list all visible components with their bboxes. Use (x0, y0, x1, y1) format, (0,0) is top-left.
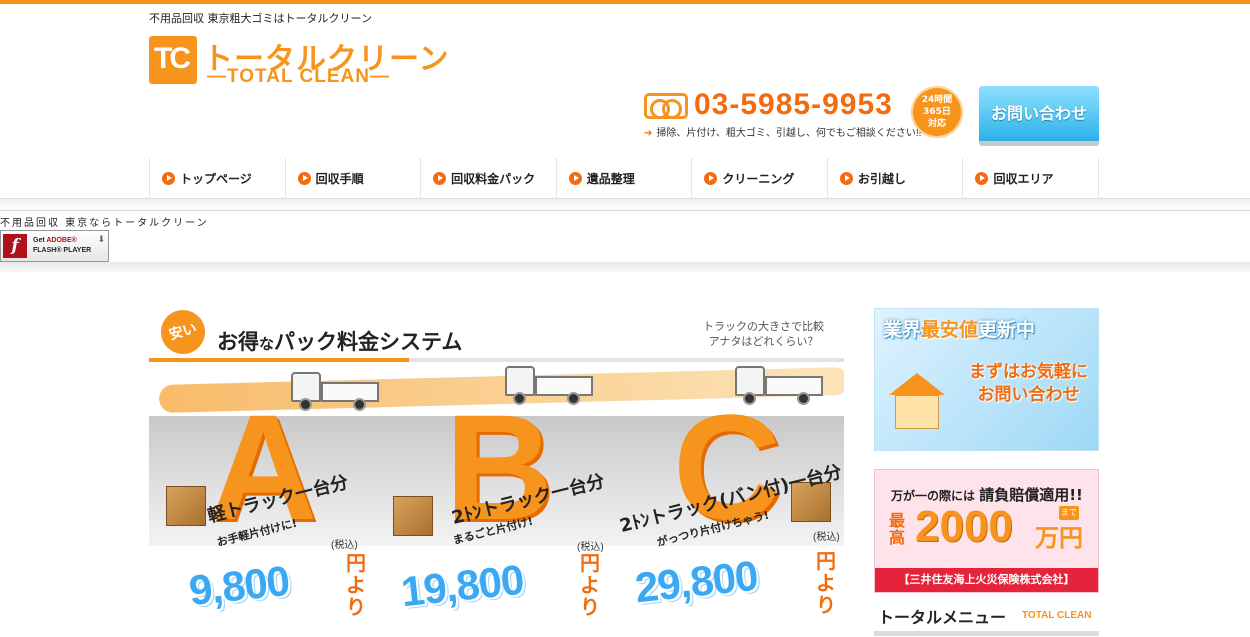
menu-heading-en: TOTAL CLEAN (1022, 610, 1092, 621)
flash-player: FLASH® PLAYER (33, 247, 92, 254)
download-arrow-icon: ⬇ (97, 234, 105, 244)
pack-pricing-section: 安い お得なパック料金システム トラックの大きさで比較 アナタはどれくらい？ A… (149, 308, 844, 637)
lowest-price-heading: 業界最安値更新中 (883, 315, 1035, 342)
pack-note: トラックの大きさで比較 アナタはどれくらい？ (703, 320, 824, 350)
flash-fallback-title: 不用品回収 東京ならトータルクリーン (0, 218, 209, 229)
yen-label: 円 (816, 549, 836, 573)
nav-item-estate[interactable]: 遺品整理 (557, 159, 693, 197)
free-dial-icon (644, 93, 688, 119)
pack-title-pre: お得 (217, 330, 259, 354)
circle-arrow-icon (839, 171, 853, 185)
insurance-unit: 万円 (1035, 524, 1083, 552)
badge-line-1: 24時間 (921, 95, 953, 105)
nav-item-moving[interactable]: お引越し (828, 159, 964, 197)
tax-included-label: (税込) (813, 532, 840, 543)
nav-item-top[interactable]: トップページ (150, 159, 286, 197)
divider-band (0, 204, 1250, 211)
nav-item-label: クリーニング (722, 171, 795, 186)
site-logo[interactable]: TC トータルクリーン —TOTAL CLEAN— (149, 34, 449, 88)
plan-b[interactable]: B 2ﾄﾝトラック一台分 まるごと片付け! (税込) 19,800 円より (381, 362, 611, 637)
plan-c[interactable]: C 2ﾄﾝトラック(バン付)一台分 がっつり片付けちゃう! (税込) 29,80… (613, 362, 844, 637)
circle-arrow-icon (568, 171, 582, 185)
nav-item-label: トップページ (180, 171, 252, 186)
arrow-right-icon: ➔ (644, 128, 653, 139)
plan-price-value: 9,800 (186, 556, 292, 615)
pack-heading: 安い お得なパック料金システム トラックの大きさで比較 アナタはどれくらい？ (149, 308, 844, 362)
heading-highlight: 最安値 (921, 319, 979, 341)
flash-bottom-band (0, 262, 1250, 272)
house-icon (889, 373, 945, 429)
circle-arrow-icon (975, 171, 989, 185)
contact-button[interactable]: お問い合わせ (979, 86, 1099, 146)
logo-english: —TOTAL CLEAN— (207, 66, 390, 87)
circle-arrow-icon (162, 171, 175, 185)
cardboard-box-icon (393, 496, 433, 536)
yori-label: より (816, 571, 836, 617)
flash-badge-text: Get ADOBE® FLASH® PLAYER (33, 236, 91, 256)
insurance-amount: 2000 (915, 502, 1013, 551)
nav-item-price-pack[interactable]: 回収料金パック (421, 159, 557, 197)
tax-included-label: (税込) (331, 540, 358, 551)
get-flash-player-button[interactable]: f Get ADOBE® FLASH® PLAYER ⬇ (0, 230, 109, 262)
yori-label: より (346, 573, 366, 619)
yori-label: より (580, 573, 600, 619)
cheap-badge: 安い (156, 308, 210, 359)
pack-title-na: な (259, 335, 275, 353)
phone-number[interactable]: 03-5985-9953 (694, 88, 893, 122)
plan-a[interactable]: A 軽トラック一台分 お手軽片付けに! (税込) 9,800 円より (149, 362, 379, 637)
nav-item-label: 回収手順 (315, 171, 364, 186)
yen-label: 円 (580, 551, 600, 575)
heading-post: 更新中 (978, 319, 1036, 341)
pack-note-line-1: トラックの大きさで比較 (703, 321, 824, 333)
nav-item-procedure[interactable]: 回収手順 (286, 159, 422, 197)
logo-mark-text: TC (154, 42, 191, 75)
heading-pre: 業界 (883, 319, 922, 341)
yen-label: 円 (346, 551, 366, 575)
price-suffix: 円より (345, 552, 367, 618)
plan-price: 9,800 (187, 557, 292, 615)
cta-line-2: お問い合わせ (977, 385, 1080, 405)
nav-item-cleaning[interactable]: クリーニング (692, 159, 828, 197)
insurance-banner[interactable]: 万が一の際には 請負賠償適用!! 最高 2000 万円 まで 【三井住友海上火災… (874, 469, 1099, 593)
phone-subtext-label: 掃除、片付け、粗大ゴミ、引越し、何でもご相談ください!! (656, 128, 922, 139)
nav-item-label: お引越し (857, 171, 906, 186)
plan-price-value: 29,800 (632, 551, 760, 612)
plan-price: 29,800 (633, 552, 760, 613)
nav-item-area[interactable]: 回収エリア (963, 159, 1100, 197)
price-suffix: 円より (815, 550, 837, 616)
circle-arrow-icon (433, 171, 447, 185)
phone-subtext: ➔ 掃除、片付け、粗大ゴミ、引越し、何でもご相談ください!! (644, 124, 921, 139)
price-suffix: 円より (579, 552, 601, 618)
menu-heading-jp: トータルメニュー (878, 608, 1007, 627)
badge-line-3: 対応 (927, 119, 946, 129)
pack-title: お得なパック料金システム (217, 326, 462, 356)
insurance-until-tag: まで (1059, 506, 1079, 520)
circle-arrow-icon (704, 171, 718, 185)
pack-note-line-2: アナタはどれくらい？ (708, 336, 819, 348)
lowest-price-banner[interactable]: 業界最安値更新中 まずはお気軽に お問い合わせ (874, 308, 1099, 451)
cta-line-1: まずはお気軽に (969, 362, 1088, 382)
nav-item-label: 遺品整理 (586, 171, 635, 186)
main-nav: トップページ 回収手順 回収料金パック 遺品整理 クリーニング お引越し 回収エ… (149, 159, 1100, 197)
nav-item-label: 回収料金パック (451, 171, 536, 186)
pack-title-post: パック料金システム (274, 330, 463, 354)
nav-item-label: 回収エリア (993, 171, 1054, 186)
insurance-pre: 万が一の際には (891, 489, 976, 503)
open-24h-badge: 24時間 365日 対応 (911, 86, 963, 138)
plan-price-value: 19,800 (398, 555, 526, 616)
insurance-company: 【三井住友海上火災保険株式会社】 (875, 568, 1098, 592)
circle-arrow-icon (297, 171, 311, 185)
flash-adobe: ADOBE® (46, 237, 77, 244)
header-tagline: 不用品回収 東京粗大ゴミはトータルクリーン (149, 12, 372, 25)
badge-line-2: 365日 (923, 107, 951, 117)
storage-box-icon (166, 486, 206, 526)
plan-price: 19,800 (399, 556, 526, 617)
insurance-max-label: 最高 (889, 511, 906, 547)
total-menu-heading: トータルメニュー TOTAL CLEAN (874, 604, 1099, 636)
flash-get: Get (33, 237, 45, 244)
site-header: 不用品回収 東京粗大ゴミはトータルクリーン TC トータルクリーン —TOTAL… (149, 4, 1099, 154)
logo-mark-icon: TC (149, 36, 197, 84)
lowest-price-cta: まずはお気軽に お問い合わせ (969, 361, 1088, 407)
flash-logo-icon: f (3, 234, 27, 258)
